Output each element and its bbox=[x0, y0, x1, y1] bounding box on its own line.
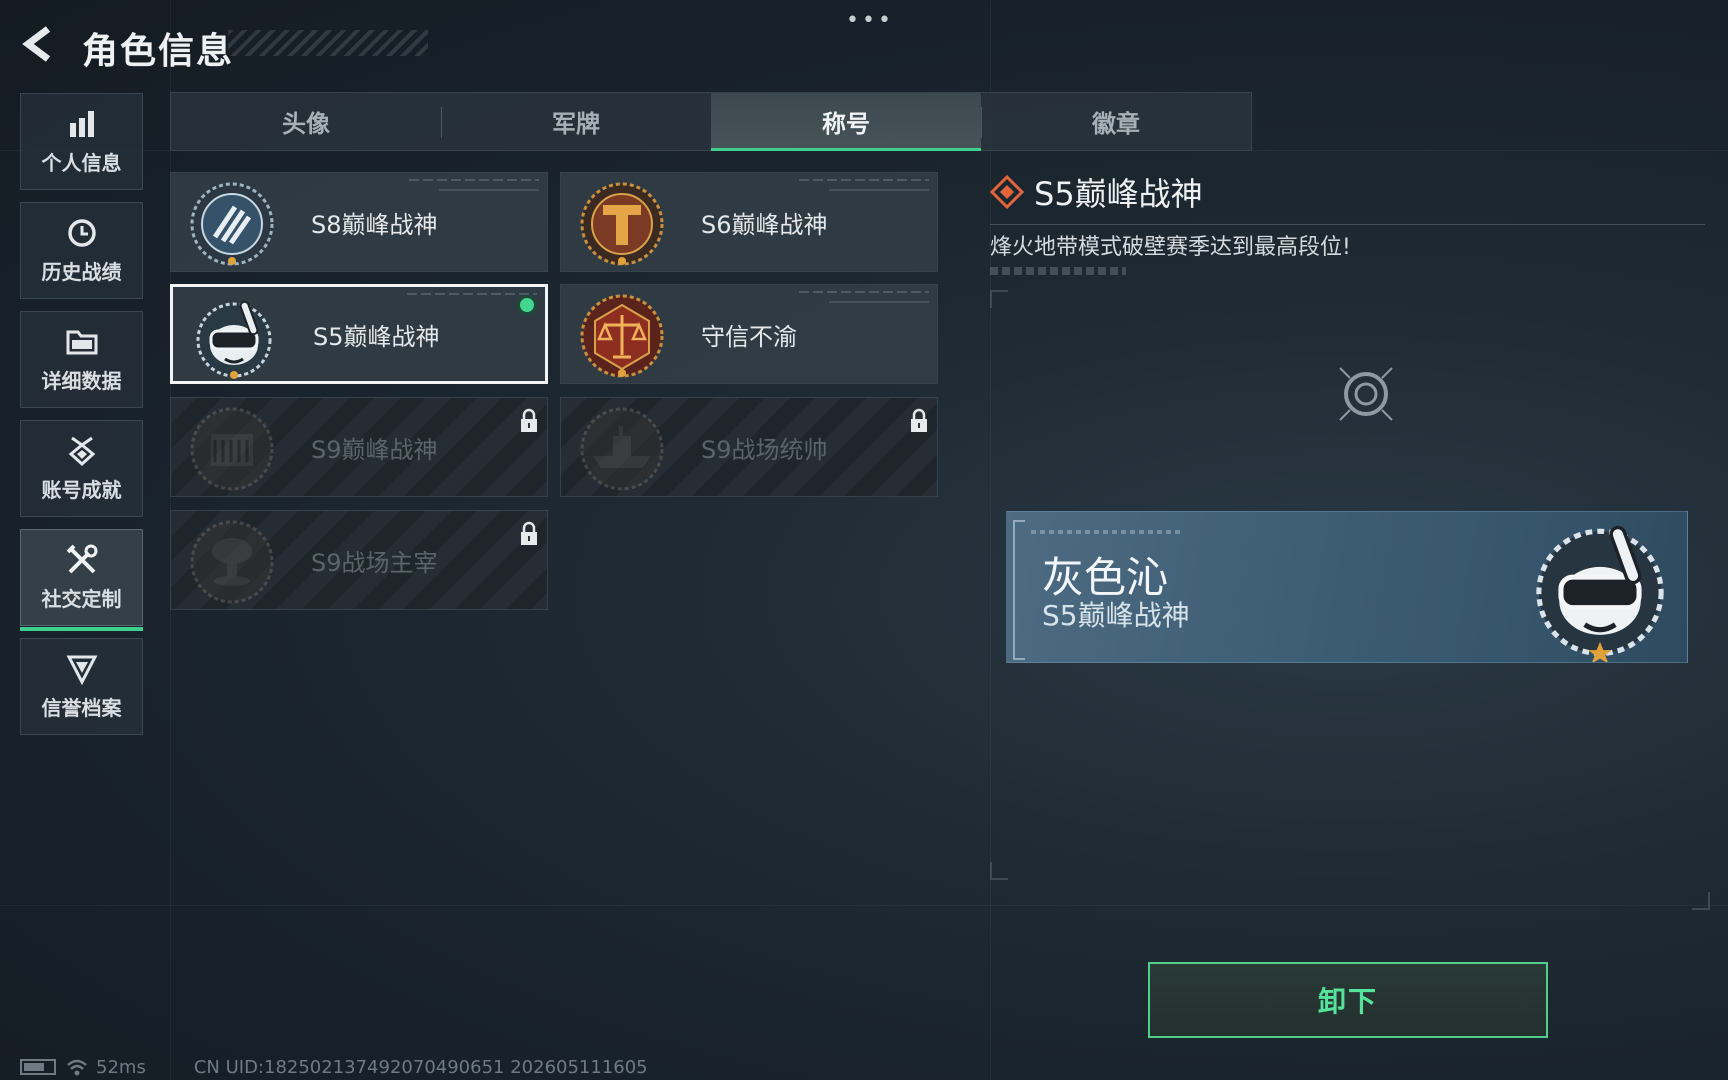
title-card-s9-peak[interactable]: S9巅峰战神 bbox=[170, 397, 548, 497]
lock-icon bbox=[521, 408, 537, 432]
title-card-label: S5巅峰战神 bbox=[313, 322, 440, 351]
page-title: 角色信息 bbox=[82, 31, 235, 72]
sidebar-item-label: 信誉档案 bbox=[41, 696, 122, 720]
back-button[interactable] bbox=[20, 26, 60, 62]
sidebar: 个人信息 历史战绩 详细数据 账号成就 社交定制 信誉档案 bbox=[20, 93, 143, 747]
sidebar-item-label: 历史战绩 bbox=[41, 260, 122, 284]
bar-chart-icon bbox=[65, 107, 99, 141]
medal-icon bbox=[65, 434, 99, 468]
title-card-integrity[interactable]: 守信不渝 bbox=[560, 284, 938, 384]
page-header: 角色信息 bbox=[20, 20, 428, 72]
title-card-s5-selected[interactable]: S5巅峰战神 bbox=[170, 284, 548, 384]
player-uid: CN UID:1825021374920704906​51 2026051116… bbox=[193, 1056, 648, 1078]
sidebar-item-label: 账号成就 bbox=[41, 478, 122, 502]
scales-emblem-icon bbox=[580, 294, 664, 378]
title-card-s6[interactable]: S6巅峰战神 bbox=[560, 172, 938, 272]
detail-title: S5巅峰战神 bbox=[1034, 175, 1203, 213]
title-card-label: S9战场主宰 bbox=[311, 548, 438, 577]
title-card-s8[interactable]: S8巅峰战神 bbox=[170, 172, 548, 272]
nameplate-preview: 灰色沁 S5巅峰战神 bbox=[1006, 511, 1688, 663]
diver-mask-emblem-icon bbox=[1536, 525, 1664, 662]
unequip-button-label: 卸下 bbox=[1317, 985, 1378, 1018]
lock-icon bbox=[911, 408, 927, 432]
title-card-label: S9巅峰战神 bbox=[311, 435, 438, 464]
shield-chevron-icon bbox=[65, 652, 99, 686]
sidebar-item-credit-profile[interactable]: 信誉档案 bbox=[20, 638, 143, 735]
title-card-label: S6巅峰战神 bbox=[701, 210, 828, 239]
title-card-label: 守信不渝 bbox=[701, 322, 797, 351]
sidebar-item-label: 社交定制 bbox=[41, 587, 122, 611]
ruins-emblem-icon bbox=[190, 407, 274, 491]
tab-bar: 头像 军牌 称号 徽章 bbox=[170, 92, 1252, 151]
sidebar-item-social-custom[interactable]: 社交定制 bbox=[20, 529, 143, 631]
lock-icon bbox=[521, 521, 537, 545]
more-menu-dots[interactable]: ••• bbox=[846, 8, 894, 33]
s8-striped-emblem-icon bbox=[190, 182, 274, 266]
sidebar-item-personal-info[interactable]: 个人信息 bbox=[20, 93, 143, 190]
diver-mask-emblem-icon bbox=[196, 300, 272, 379]
back-arrow-icon bbox=[22, 26, 51, 62]
tab-avatar[interactable]: 头像 bbox=[171, 93, 441, 150]
sidebar-item-achievements[interactable]: 账号成就 bbox=[20, 420, 143, 517]
title-card-label: S9战场统帅 bbox=[701, 435, 828, 464]
title-detail-panel: S5巅峰战神 烽火地带模式破壁赛季达到最高段位! bbox=[990, 172, 1705, 275]
tools-icon bbox=[65, 543, 99, 577]
detail-subtext-decoration bbox=[990, 267, 1126, 275]
wifi-icon bbox=[67, 1059, 87, 1076]
title-card-s9-dominator[interactable]: S9战场主宰 bbox=[170, 510, 548, 610]
sidebar-item-label: 个人信息 bbox=[41, 151, 122, 175]
tab-title[interactable]: 称号 bbox=[711, 93, 981, 151]
title-card-s9-commander[interactable]: S9战场统帅 bbox=[560, 397, 938, 497]
title-decoration bbox=[228, 30, 428, 56]
status-bar: 52ms CN UID:1825021374920704906​51 20260… bbox=[20, 1056, 648, 1078]
ping-value: 52ms bbox=[96, 1056, 146, 1078]
s6-t-shield-emblem-icon bbox=[580, 182, 664, 266]
detail-description: 烽火地带模式破壁赛季达到最高段位! bbox=[990, 235, 1351, 260]
title-card-label: S8巅峰战神 bbox=[311, 210, 438, 239]
mushroom-cloud-emblem-icon bbox=[190, 520, 274, 604]
battery-icon bbox=[20, 1059, 56, 1075]
diamond-marker-icon bbox=[990, 175, 1024, 209]
unequip-button[interactable]: 卸下 bbox=[1148, 962, 1548, 1038]
target-reticle-icon bbox=[1339, 367, 1393, 421]
equipped-indicator-dot bbox=[517, 295, 537, 315]
nameplate-title: S5巅峰战神 bbox=[1042, 599, 1190, 632]
sidebar-item-detailed-data[interactable]: 详细数据 bbox=[20, 311, 143, 408]
history-clock-icon bbox=[65, 216, 99, 250]
divider bbox=[990, 224, 1705, 225]
folder-icon bbox=[65, 325, 99, 359]
sidebar-item-label: 详细数据 bbox=[41, 369, 122, 393]
warship-emblem-icon bbox=[580, 407, 664, 491]
tab-dog-tag[interactable]: 军牌 bbox=[441, 93, 711, 150]
sidebar-item-history[interactable]: 历史战绩 bbox=[20, 202, 143, 299]
tab-badge[interactable]: 徽章 bbox=[981, 93, 1251, 150]
